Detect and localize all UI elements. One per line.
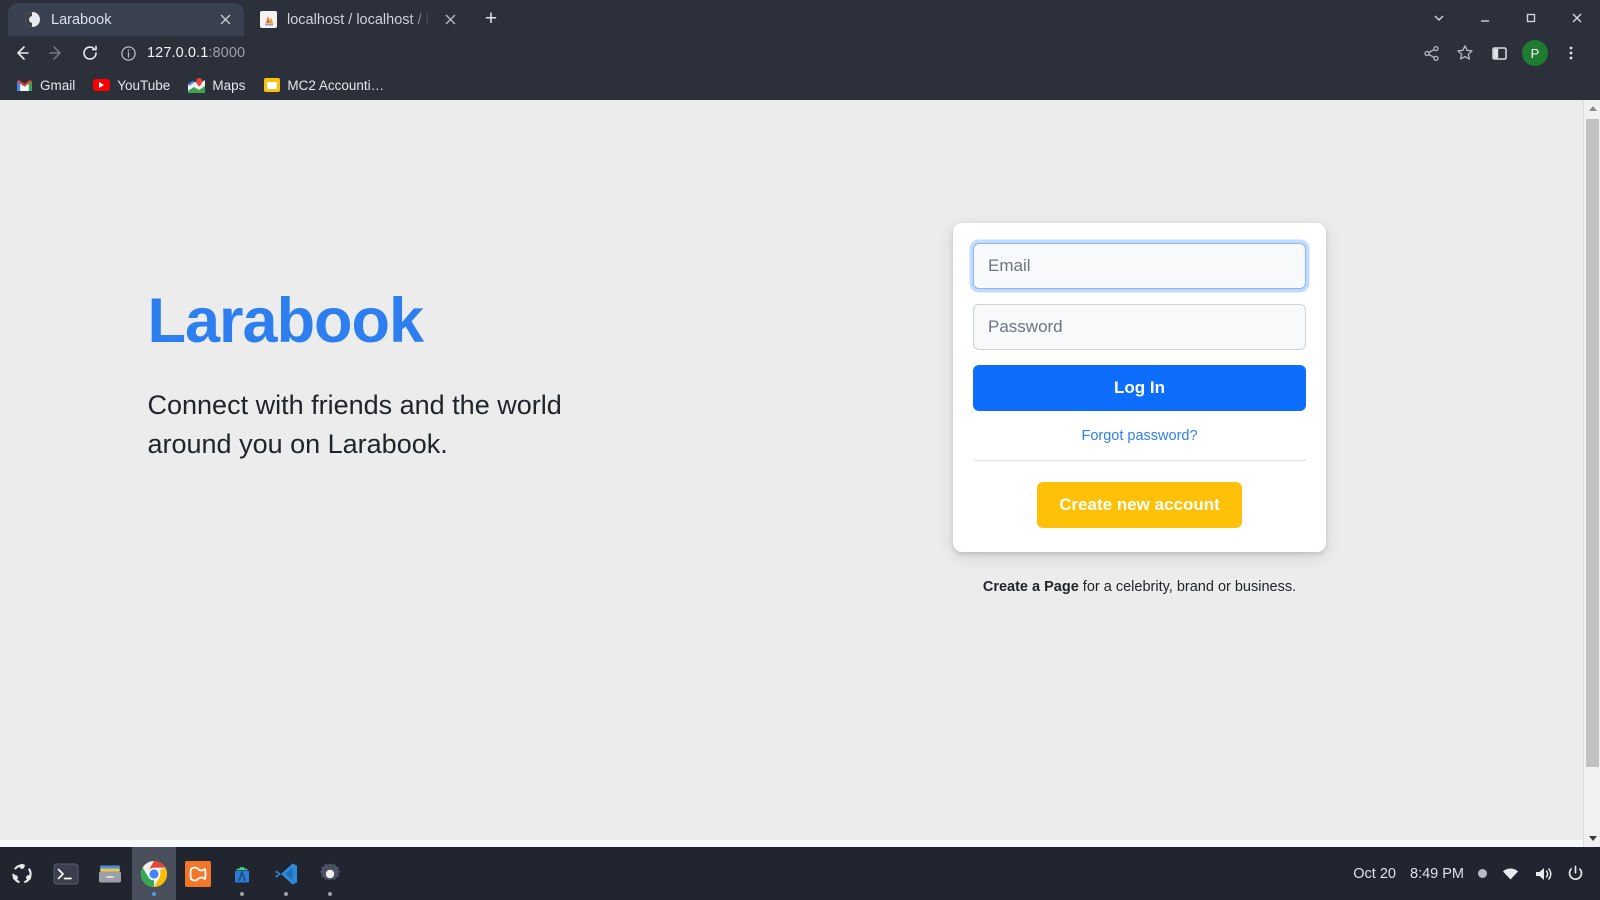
orange-app-icon (185, 860, 211, 887)
login-card: Log In Forgot password? Create new accou… (953, 223, 1326, 552)
create-a-page-link[interactable]: Create a Page (983, 579, 1079, 595)
bookmarks-bar: Gmail YouTube Maps MC2 Accounti… (0, 70, 1600, 100)
create-new-account-button[interactable]: Create new account (1037, 482, 1242, 528)
close-icon[interactable] (1554, 0, 1600, 36)
url-port: :8000 (208, 45, 246, 61)
toolbar-actions: P (1416, 38, 1594, 68)
taskbar-item-ubuntu-show-apps[interactable] (0, 847, 44, 900)
youtube-icon (93, 77, 111, 94)
reload-icon[interactable] (74, 38, 106, 68)
url-host: 127.0.0.1 (147, 45, 209, 61)
bookmark-star-icon[interactable] (1450, 38, 1480, 68)
login-button[interactable]: Log In (973, 365, 1306, 411)
vscode-icon (275, 863, 297, 884)
hero-subtitle: Connect with friends and the world aroun… (147, 390, 562, 460)
browser-tab-larabook[interactable]: Larabook (8, 3, 244, 36)
info-icon[interactable] (120, 45, 137, 62)
taskbar-item-orange-app[interactable] (176, 847, 220, 900)
file-manager-icon (99, 865, 121, 882)
taskbar-item-files[interactable] (88, 847, 132, 900)
scrollbar-thumb[interactable] (1586, 119, 1599, 767)
running-indicator (152, 892, 156, 896)
new-tab-label: + (484, 7, 498, 30)
bookmark-youtube[interactable]: YouTube (85, 73, 178, 98)
avatar-initial: P (1530, 45, 1540, 61)
taskbar-item-android-studio[interactable] (220, 847, 264, 900)
tray-date[interactable]: Oct 20 (1353, 866, 1396, 882)
page-content: Larabook Connect with friends and the wo… (132, 100, 1452, 595)
page-footer-strip (0, 840, 1583, 847)
bookmark-gmail[interactable]: Gmail (8, 73, 83, 98)
close-icon[interactable] (216, 11, 234, 29)
bookmark-label: Maps (212, 77, 246, 93)
hero-section: Larabook Connect with friends and the wo… (132, 223, 792, 595)
taskbar-item-terminal[interactable] (44, 847, 88, 900)
wifi-icon[interactable] (1501, 866, 1520, 881)
login-column: Log In Forgot password? Create new accou… (792, 223, 1452, 595)
create-account-row: Create new account (973, 482, 1306, 532)
taskbar-launcher (0, 847, 352, 900)
vertical-scrollbar[interactable] (1583, 100, 1600, 847)
password-field[interactable] (973, 304, 1306, 350)
close-icon[interactable] (441, 11, 459, 29)
minimize-icon[interactable] (1462, 0, 1508, 36)
share-icon[interactable] (1416, 38, 1446, 68)
scroll-up-arrow-icon[interactable] (1584, 100, 1600, 117)
record-dot-icon[interactable] (1478, 869, 1487, 878)
chevron-down-icon[interactable] (1416, 0, 1462, 36)
volume-icon[interactable] (1534, 866, 1553, 882)
new-tab-button[interactable]: + (477, 5, 505, 33)
back-icon[interactable] (6, 38, 38, 68)
window-controls (1416, 0, 1600, 36)
gear-icon (320, 863, 340, 880)
chrome-icon (141, 860, 167, 887)
forgot-password-link[interactable]: Forgot password? (973, 428, 1306, 444)
create-page-note: Create a Page for a celebrity, brand or … (983, 579, 1296, 595)
power-icon[interactable] (1567, 865, 1584, 882)
email-field[interactable] (973, 243, 1306, 289)
divider (973, 460, 1306, 461)
taskbar-item-vs-code[interactable] (264, 847, 308, 900)
bookmark-maps[interactable]: Maps (180, 73, 253, 98)
globe-icon (24, 11, 41, 28)
scroll-down-arrow-icon[interactable] (1584, 830, 1600, 847)
profile-avatar[interactable]: P (1522, 40, 1548, 66)
system-tray: Oct 20 8:49 PM (1353, 865, 1600, 882)
forward-icon (40, 38, 72, 68)
url-text: 127.0.0.1:8000 (147, 45, 245, 61)
running-indicator (328, 892, 332, 896)
taskbar-item-settings[interactable] (308, 847, 352, 900)
gmail-icon (16, 77, 33, 94)
bookmark-label: MC2 Accounti… (287, 77, 385, 93)
browser-tab-localhost[interactable]: localhost / localhost / lara (244, 3, 469, 36)
running-indicator (284, 892, 288, 896)
android-studio-icon (235, 866, 249, 882)
bookmark-label: Gmail (40, 77, 76, 93)
tab-title: localhost / localhost / lara (287, 11, 431, 28)
page-viewport: Larabook Connect with friends and the wo… (0, 100, 1600, 847)
bookmark-label: YouTube (117, 77, 171, 93)
phpmyadmin-icon (260, 11, 277, 28)
tab-title: Larabook (51, 11, 112, 28)
running-indicator (240, 892, 244, 896)
ubuntu-icon (12, 863, 32, 884)
address-bar[interactable]: 127.0.0.1:8000 (108, 39, 1414, 67)
browser-toolbar: 127.0.0.1:8000 P (0, 36, 1600, 70)
side-panel-icon[interactable] (1484, 38, 1514, 68)
create-page-note-rest: for a celebrity, brand or business. (1078, 579, 1297, 595)
taskbar: Oct 20 8:49 PM (0, 847, 1600, 900)
page-title: Larabook (147, 286, 425, 356)
taskbar-item-google-chrome[interactable] (132, 847, 176, 900)
three-dot-menu-icon[interactable] (1556, 38, 1586, 68)
maximize-icon[interactable] (1508, 0, 1554, 36)
folder-icon (263, 77, 280, 94)
tab-strip: Larabook localhost / localhost / lara (0, 0, 1600, 36)
maps-icon (188, 77, 206, 94)
tray-time[interactable]: 8:49 PM (1410, 866, 1464, 882)
bookmark-mc2-accounting[interactable]: MC2 Accounti… (255, 73, 392, 98)
terminal-icon (53, 863, 79, 884)
page-body: Larabook Connect with friends and the wo… (0, 100, 1583, 840)
